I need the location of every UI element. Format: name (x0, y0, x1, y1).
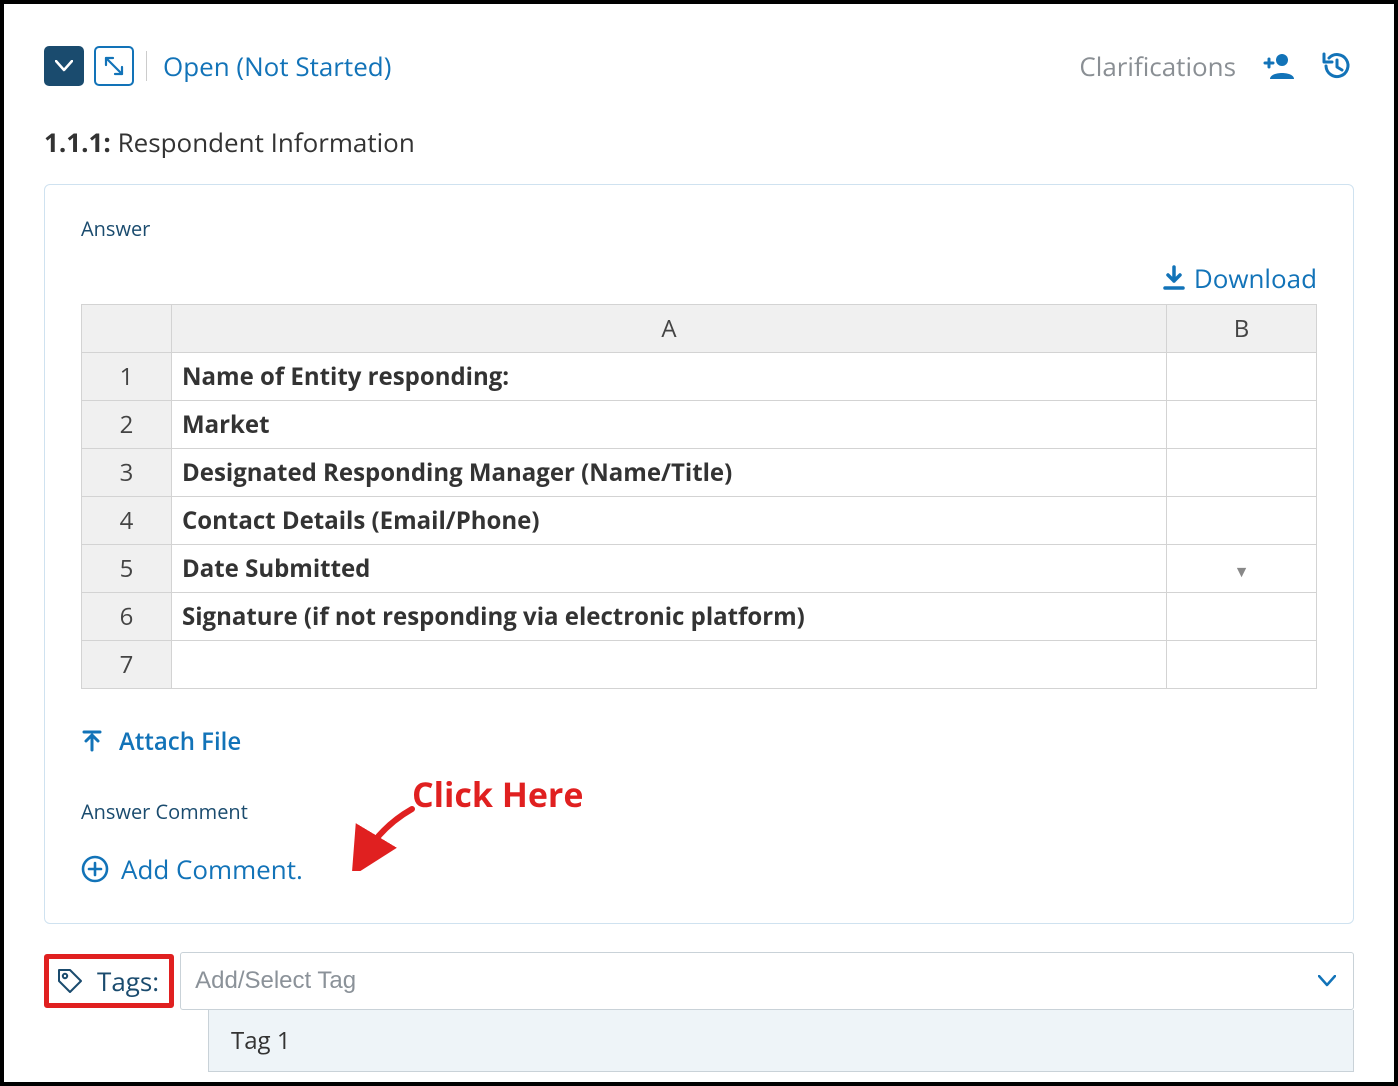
download-icon (1162, 265, 1186, 291)
table-row: 6 Signature (if not responding via elect… (82, 593, 1317, 641)
clarifications-link[interactable]: Clarifications (1079, 48, 1236, 84)
question-number: 1.1.1: (44, 124, 111, 160)
tag-option[interactable]: Tag 1 (209, 1010, 1353, 1071)
divider (146, 51, 147, 81)
row-num: 4 (82, 497, 172, 545)
cell-b[interactable]: ▼ (1167, 545, 1317, 593)
col-header-b: B (1167, 305, 1317, 353)
header-bar: Open (Not Started) Clarifications (44, 46, 1354, 86)
table-row: 5 Date Submitted ▼ (82, 545, 1317, 593)
download-text: Download (1194, 260, 1317, 296)
cell-b[interactable] (1167, 497, 1317, 545)
dropdown-triangle-icon: ▼ (1234, 560, 1250, 582)
cell-b[interactable] (1167, 641, 1317, 689)
history-icon (1320, 49, 1354, 83)
cell-a[interactable]: Date Submitted (172, 545, 1167, 593)
expand-button[interactable] (94, 46, 134, 86)
add-person-button[interactable] (1260, 51, 1296, 81)
upload-icon (81, 730, 103, 754)
cell-a[interactable] (172, 641, 1167, 689)
table-row: 4 Contact Details (Email/Phone) (82, 497, 1317, 545)
row-num: 1 (82, 353, 172, 401)
cell-a[interactable]: Contact Details (Email/Phone) (172, 497, 1167, 545)
answer-card: Answer Download A B (44, 184, 1354, 924)
header-left: Open (Not Started) (44, 46, 391, 86)
row-num: 7 (82, 641, 172, 689)
answer-comment-label: Answer Comment (81, 798, 1317, 825)
table-row: 1 Name of Entity responding: (82, 353, 1317, 401)
cell-a[interactable]: Name of Entity responding: (172, 353, 1167, 401)
answer-table: A B 1 Name of Entity responding: 2 Marke… (81, 304, 1317, 689)
download-link[interactable]: Download (1162, 260, 1317, 296)
cell-b[interactable] (1167, 353, 1317, 401)
add-person-icon (1260, 51, 1296, 81)
chevron-down-icon (55, 60, 73, 72)
tags-label: Tags: (97, 963, 159, 999)
table-row: 7 (82, 641, 1317, 689)
tags-dropdown: Tag 1 (208, 1010, 1354, 1072)
row-num: 6 (82, 593, 172, 641)
cell-a[interactable]: Market (172, 401, 1167, 449)
attach-file-link[interactable]: Attach File (81, 725, 1317, 758)
history-button[interactable] (1320, 49, 1354, 83)
tag-icon (55, 966, 85, 996)
tags-input[interactable] (180, 952, 1354, 1010)
add-comment-link[interactable]: Add Comment. (81, 851, 1317, 887)
add-comment-text: Add Comment. (121, 851, 303, 887)
expand-icon (103, 55, 125, 77)
attach-file-text: Attach File (119, 725, 241, 758)
collapse-button[interactable] (44, 46, 84, 86)
answer-label: Answer (81, 215, 1317, 242)
plus-circle-icon (81, 855, 109, 883)
cell-a[interactable]: Designated Responding Manager (Name/Titl… (172, 449, 1167, 497)
header-right: Clarifications (1079, 48, 1354, 84)
cell-b[interactable] (1167, 449, 1317, 497)
status-text: Open (Not Started) (163, 48, 391, 84)
col-header-a: A (172, 305, 1167, 353)
question-name: Respondent Information (118, 124, 415, 160)
cell-a[interactable]: Signature (if not responding via electro… (172, 593, 1167, 641)
table-row: 3 Designated Responding Manager (Name/Ti… (82, 449, 1317, 497)
tags-bar: Tags: (44, 952, 1354, 1010)
cell-b[interactable] (1167, 401, 1317, 449)
table-row: 2 Market (82, 401, 1317, 449)
row-num: 2 (82, 401, 172, 449)
cell-b[interactable] (1167, 593, 1317, 641)
question-title: 1.1.1: Respondent Information (44, 124, 1354, 160)
row-num: 5 (82, 545, 172, 593)
row-num: 3 (82, 449, 172, 497)
tags-label-group: Tags: (44, 954, 174, 1008)
col-header-blank (82, 305, 172, 353)
